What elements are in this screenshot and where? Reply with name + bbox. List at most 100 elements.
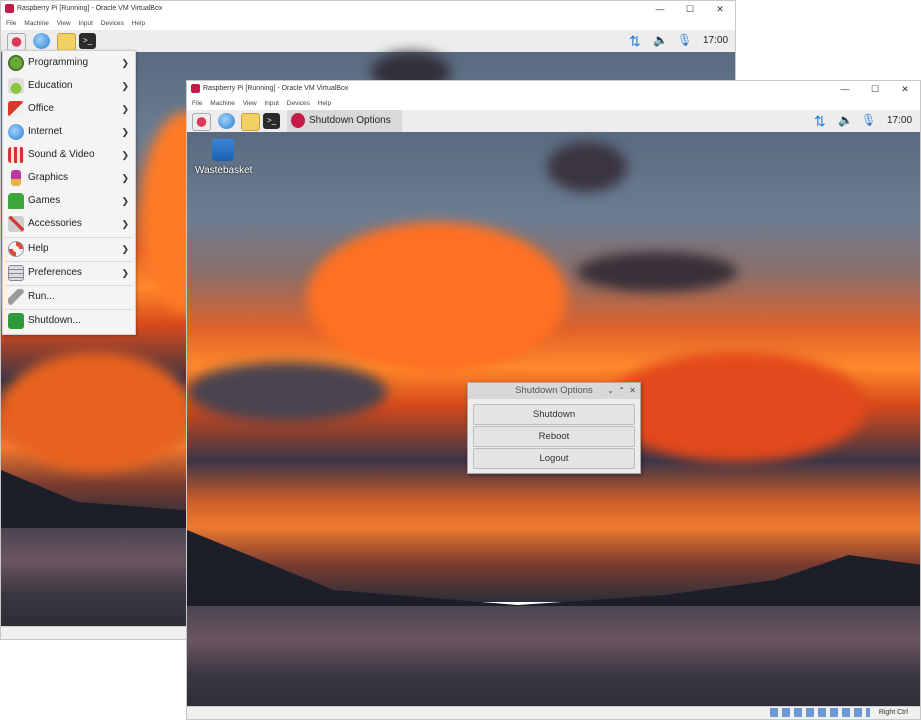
menu-input[interactable]: Input (264, 100, 278, 107)
close-button[interactable]: ✕ (705, 1, 735, 17)
education-icon (8, 78, 24, 94)
network-arrows-icon[interactable]: ⇅ (629, 33, 641, 50)
microphone-icon[interactable]: 🎙 (861, 113, 876, 127)
chevron-right-icon: ❯ (121, 196, 129, 206)
taskbar-task-shutdown-options[interactable]: Shutdown Options (287, 110, 402, 132)
menu-item-games[interactable]: Games ❯ (3, 190, 135, 212)
help-lifebuoy-icon (8, 241, 24, 257)
terminal-icon[interactable]: >_ (263, 113, 280, 129)
menu-item-accessories[interactable]: Accessories ❯ (3, 213, 135, 235)
microphone-icon[interactable]: 🎙 (677, 33, 692, 47)
shutdown-options-dialog: Shutdown Options ⌄ ⌃ ✕ Shutdown Reboot L… (467, 382, 641, 474)
menu-machine[interactable]: Machine (210, 100, 235, 107)
menu-item-label: Internet (28, 126, 62, 137)
menu-file[interactable]: File (192, 100, 202, 107)
games-icon (8, 193, 24, 209)
chevron-right-icon: ❯ (121, 244, 129, 254)
file-manager-folder-icon[interactable] (57, 33, 76, 51)
network-arrows-icon[interactable]: ⇅ (814, 113, 826, 130)
dialog-maximize-button[interactable]: ⌃ (618, 383, 625, 399)
raspberry-menu-icon[interactable] (7, 33, 26, 51)
cloud (307, 222, 567, 372)
menu-item-label: Games (28, 195, 61, 206)
maximize-button[interactable]: ☐ (675, 1, 705, 17)
menu-item-internet[interactable]: Internet ❯ (3, 121, 135, 143)
chevron-right-icon: ❯ (121, 219, 129, 229)
menu-item-label: Office (28, 103, 54, 114)
menu-view[interactable]: View (243, 100, 257, 107)
menu-item-office[interactable]: Office ❯ (3, 98, 135, 120)
menu-item-programming[interactable]: Programming ❯ (3, 52, 135, 74)
front-menubar: File Machine View Input Devices Help (187, 97, 920, 110)
wastebasket-label: Wastebasket (195, 165, 253, 176)
back-titlebar: Raspberry Pi [Running] - Oracle VM Virtu… (1, 1, 735, 17)
menu-machine[interactable]: Machine (24, 20, 49, 27)
virtualbox-raspberry-icon (191, 84, 200, 93)
menu-item-label: Preferences (28, 267, 82, 278)
front-statusbar: Right Ctrl (187, 706, 920, 719)
menu-help[interactable]: Help (132, 20, 145, 27)
dialog-close-button[interactable]: ✕ (629, 383, 636, 399)
menu-devices[interactable]: Devices (101, 20, 124, 27)
menu-item-graphics[interactable]: Graphics ❯ (3, 167, 135, 189)
menu-help[interactable]: Help (318, 100, 331, 107)
dialog-titlebar: Shutdown Options ⌄ ⌃ ✕ (468, 383, 640, 399)
menu-item-label: Graphics (28, 172, 69, 183)
front-window-title: Raspberry Pi [Running] - Oracle VM Virtu… (203, 85, 349, 92)
task-label: Shutdown Options (309, 115, 391, 126)
cloud (547, 142, 627, 192)
browser-globe-icon[interactable] (33, 33, 50, 49)
menu-input[interactable]: Input (78, 20, 92, 27)
menu-item-label: Education (28, 80, 73, 91)
volume-icon[interactable]: 🔈 (653, 33, 668, 47)
menu-devices[interactable]: Devices (287, 100, 310, 107)
menu-item-preferences[interactable]: Preferences ❯ (3, 262, 135, 284)
front-clock: 17:00 (887, 115, 913, 126)
raspberry-menu-icon[interactable] (192, 113, 211, 131)
back-menubar: File Machine View Input Devices Help (1, 17, 735, 30)
menu-item-label: Run... (28, 291, 55, 302)
internet-icon (8, 124, 24, 140)
menu-item-shutdown[interactable]: Shutdown... (3, 310, 135, 332)
cloud (1, 352, 191, 472)
menu-item-run[interactable]: Run... (3, 286, 135, 308)
front-wallpaper (187, 132, 920, 602)
terminal-icon[interactable]: >_ (79, 33, 96, 49)
reboot-button[interactable]: Reboot (473, 426, 635, 447)
graphics-icon (11, 170, 21, 186)
run-paper-plane-icon (8, 289, 24, 305)
trash-bin-icon (212, 139, 234, 161)
virtualbox-raspberry-icon (5, 4, 14, 13)
sound-video-icon (8, 147, 24, 163)
file-manager-folder-icon[interactable] (241, 113, 260, 131)
menu-file[interactable]: File (6, 20, 16, 27)
raspberry-app-icon (291, 113, 305, 128)
menu-item-label: Programming (28, 57, 89, 68)
menu-item-label: Shutdown... (28, 315, 81, 326)
minimize-button[interactable]: — (645, 1, 675, 17)
minimize-button[interactable]: — (830, 81, 860, 97)
dialog-minimize-button[interactable]: ⌄ (607, 383, 614, 399)
menu-item-help[interactable]: Help ❯ (3, 238, 135, 260)
menu-item-sound-video[interactable]: Sound & Video ❯ (3, 144, 135, 166)
front-sea (187, 606, 920, 707)
volume-icon[interactable]: 🔈 (838, 113, 853, 127)
menu-view[interactable]: View (57, 20, 71, 27)
programming-icon (8, 55, 24, 71)
browser-globe-icon[interactable] (218, 113, 235, 129)
chevron-right-icon: ❯ (121, 268, 129, 278)
maximize-button[interactable]: ☐ (860, 81, 890, 97)
wastebasket-desktop-icon[interactable]: Wastebasket (195, 137, 253, 181)
chevron-right-icon: ❯ (121, 173, 129, 183)
office-icon (8, 101, 24, 117)
close-button[interactable]: ✕ (890, 81, 920, 97)
cloud (577, 252, 737, 292)
menu-item-education[interactable]: Education ❯ (3, 75, 135, 97)
logout-button[interactable]: Logout (473, 448, 635, 469)
shutdown-button[interactable]: Shutdown (473, 404, 635, 425)
chevron-right-icon: ❯ (121, 127, 129, 137)
chevron-right-icon: ❯ (121, 104, 129, 114)
chevron-right-icon: ❯ (121, 150, 129, 160)
host-key-label: Right Ctrl (878, 709, 908, 716)
back-window-title: Raspberry Pi [Running] - Oracle VM Virtu… (17, 5, 163, 12)
